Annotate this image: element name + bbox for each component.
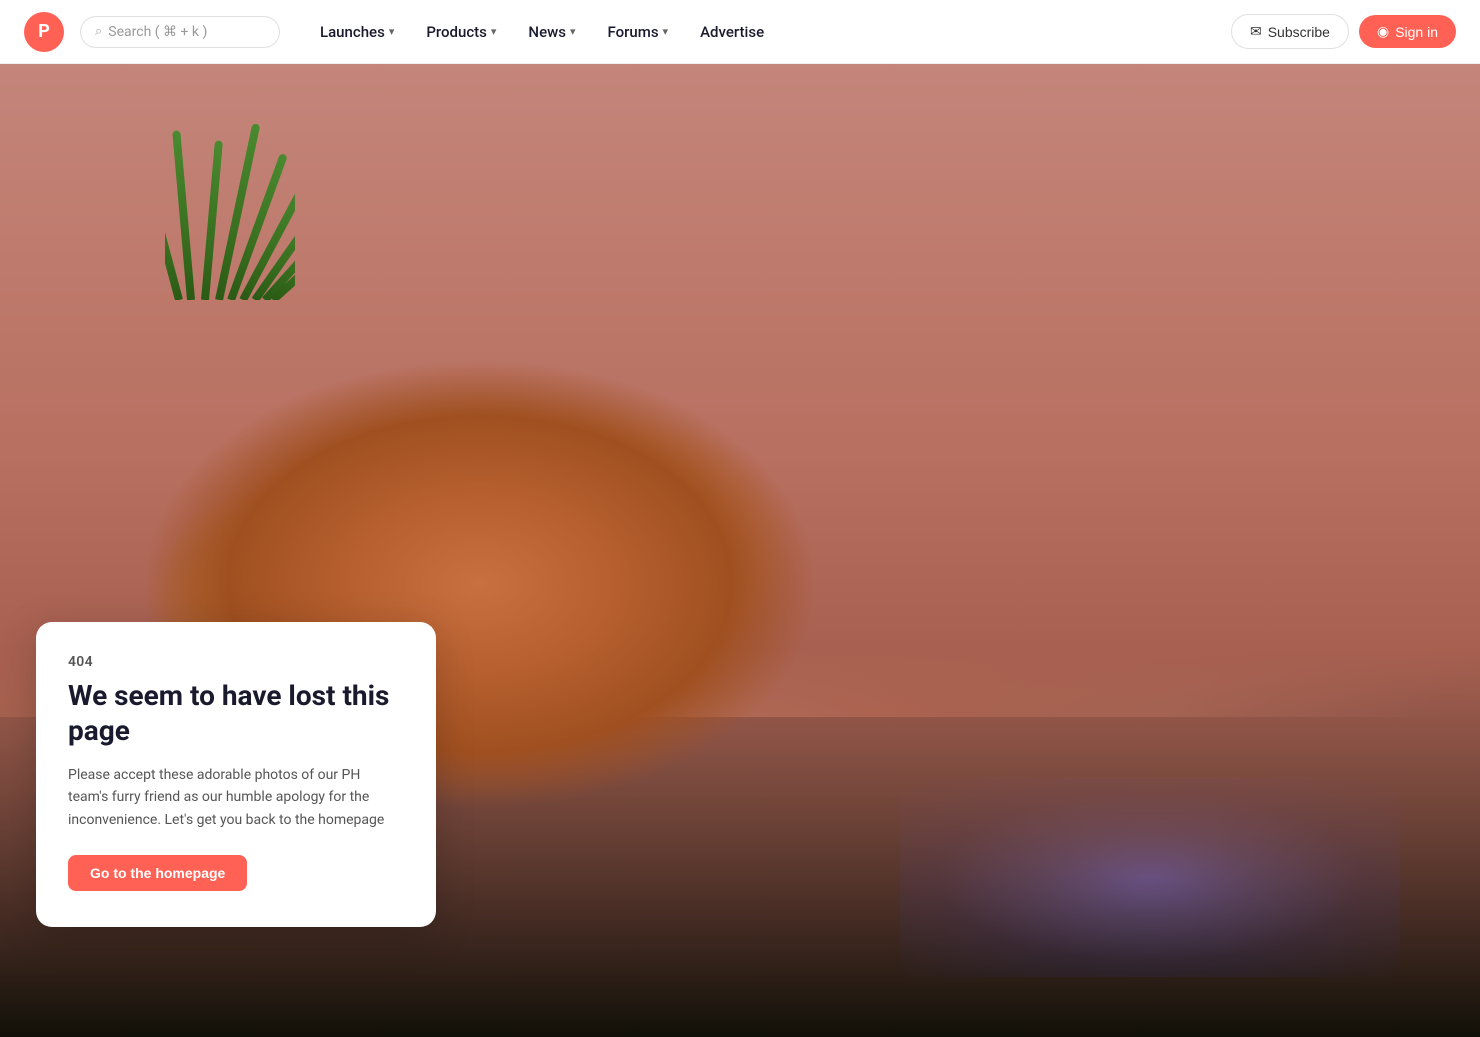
- search-placeholder: Search ( ⌘ + k ): [108, 24, 207, 40]
- error-title: We seem to have lost this page: [68, 678, 404, 748]
- logo[interactable]: P: [24, 12, 64, 52]
- chevron-down-icon: ▾: [389, 25, 395, 38]
- nav-launches-label: Launches: [320, 23, 385, 41]
- keyboard-glow: [900, 777, 1400, 977]
- nav-news[interactable]: News ▾: [512, 15, 591, 49]
- error-code: 404: [68, 654, 404, 670]
- logo-letter: P: [38, 21, 50, 42]
- nav-launches[interactable]: Launches ▾: [304, 15, 410, 49]
- search-icon: ⌕: [95, 24, 102, 39]
- nav-right: ✉ Subscribe ◉ Sign in: [1231, 14, 1456, 49]
- chevron-down-icon: ▾: [491, 25, 497, 38]
- subscribe-label: Subscribe: [1268, 24, 1330, 40]
- error-description: Please accept these adorable photos of o…: [68, 764, 404, 831]
- nav-links: Launches ▾ Products ▾ News ▾ Forums ▾ Ad…: [304, 15, 780, 49]
- error-card: 404 We seem to have lost this page Pleas…: [36, 622, 436, 927]
- signin-icon: ◉: [1377, 23, 1389, 40]
- hero-section: 404 We seem to have lost this page Pleas…: [0, 0, 1480, 1037]
- signin-label: Sign in: [1395, 24, 1438, 40]
- nav-forums-label: Forums: [607, 23, 658, 41]
- nav-forums[interactable]: Forums ▾: [591, 15, 684, 49]
- subscribe-button[interactable]: ✉ Subscribe: [1231, 14, 1349, 49]
- nav-advertise[interactable]: Advertise: [684, 15, 780, 49]
- search-box[interactable]: ⌕ Search ( ⌘ + k ): [80, 16, 280, 48]
- nav-advertise-label: Advertise: [700, 23, 764, 41]
- nav-products[interactable]: Products ▾: [410, 15, 512, 49]
- chevron-down-icon: ▾: [570, 25, 576, 38]
- nav-products-label: Products: [426, 23, 487, 41]
- navbar: P ⌕ Search ( ⌘ + k ) Launches ▾ Products…: [0, 0, 1480, 64]
- signin-button[interactable]: ◉ Sign in: [1359, 15, 1456, 48]
- chevron-down-icon: ▾: [663, 25, 669, 38]
- nav-news-label: News: [528, 23, 566, 41]
- subscribe-icon: ✉: [1250, 23, 1262, 40]
- go-to-homepage-button[interactable]: Go to the homepage: [68, 855, 247, 891]
- monitor-stand: [1180, 64, 1480, 564]
